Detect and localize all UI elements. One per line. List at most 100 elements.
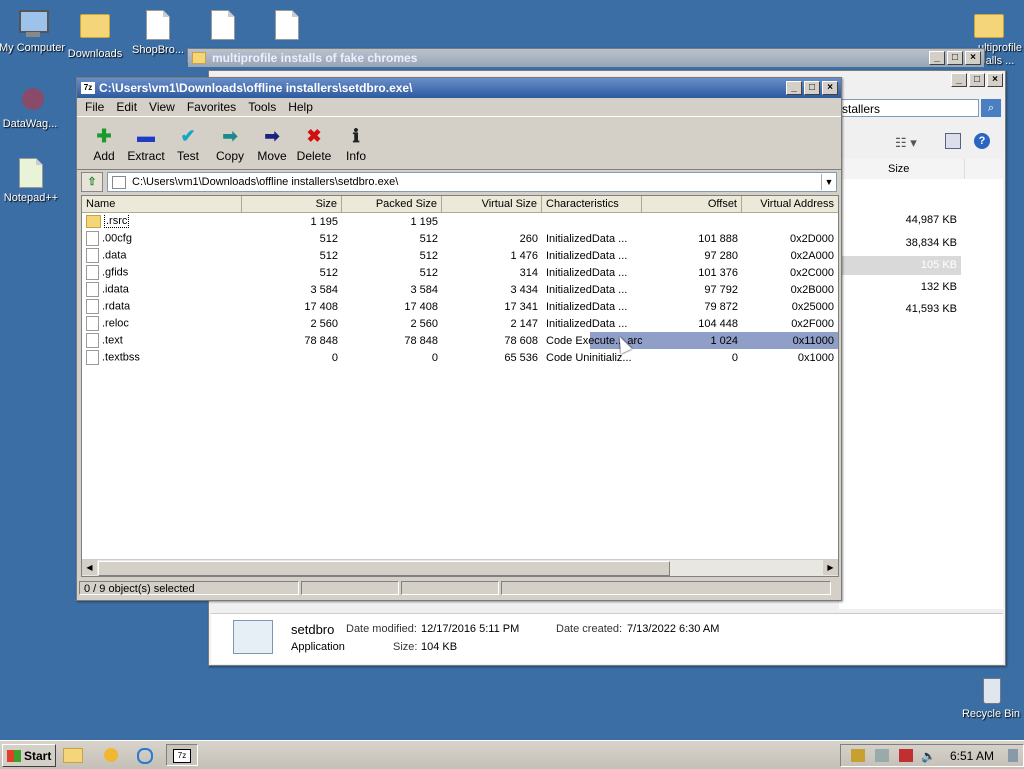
desktop-icon-label: Recycle Bin [961,708,1021,720]
taskbar-explorer-button[interactable] [63,745,87,765]
desktop-icon-my-computer[interactable]: My Computer [0,8,67,55]
7zip-icon: 7z [173,749,191,763]
tool-add-button[interactable]: ✚ Add [83,125,125,169]
cell-name-text: .textbss [102,351,140,364]
desktop-icon-file[interactable] [252,8,322,44]
cell-packed: 1 195 [410,215,438,228]
table-row[interactable]: .rdata 17 408 17 408 17 341 InitializedData … [82,298,838,315]
cell-vaddr: 0x1000 [797,351,834,364]
table-row[interactable]: .data 512 512 1 476 InitializedData ... 97 28… [82,247,838,264]
menu-favorites[interactable]: Favorites [181,100,242,114]
up-folder-button[interactable]: ⇧ [81,172,103,192]
cell-packed: 512 [419,249,438,262]
table-row[interactable]: .textbss 0 0 65 536 Code Uninitializ... 0 0x10… [82,349,838,366]
table-row[interactable]: .00cfg 512 512 260 InitializedData ... 101 88… [82,230,838,247]
table-row[interactable]: .reloc 2 560 2 560 2 147 InitializedData ...… [82,315,838,332]
menu-help[interactable]: Help [282,100,319,114]
cell-offset: 0 [731,351,738,364]
cell-chars: InitializedData ... [546,300,628,313]
maximize-button[interactable]: □ [804,81,820,95]
desktop-icon-recycle-bin[interactable]: Recycle Bin [956,674,1024,721]
address-input[interactable]: C:\Users\vm1\Downloads\offline installer… [107,172,837,192]
tool-move-button[interactable]: ➡ Move [251,125,293,169]
table-row[interactable]: .idata 3 584 3 584 3 434 InitializedData ...… [82,281,838,298]
close-button[interactable]: × [822,81,838,95]
address-dropdown-button[interactable]: ▼ [821,174,836,190]
menu-file[interactable]: File [79,100,110,114]
cell-vaddr: 0x2D000 [789,232,834,245]
minimize-button[interactable]: _ [929,51,945,65]
tool-test-button[interactable]: ✔ Test [167,125,209,169]
taskbar-browser-button[interactable] [137,745,157,765]
column-header-name[interactable]: Name [82,196,242,212]
start-button[interactable]: Start [2,744,56,767]
search-value: stallers [842,102,881,116]
cell-size: 3 584 [310,283,338,296]
file-size-selected[interactable]: 105 KB [839,256,961,275]
column-header-characteristics[interactable]: Characteristics [542,196,642,212]
explorer-window-back[interactable]: multiprofile installs of fake chromes _ … [187,48,985,67]
table-row[interactable]: .gfids 512 512 314 InitializedData ... 101 37… [82,264,838,281]
folder-icon [973,14,1005,46]
minimize-button[interactable]: _ [951,73,967,87]
tray-network-icon[interactable] [875,749,889,762]
column-header-packed-size[interactable]: Packed Size [342,196,442,212]
column-header-virtual-address[interactable]: Virtual Address [742,196,838,212]
tool-delete-button[interactable]: ✖ Delete [293,125,335,169]
column-header-size[interactable]: Size [242,196,342,212]
desktop-icon-datawag[interactable]: DataWag... [0,84,65,131]
horizontal-scrollbar[interactable]: ◀ ▶ [82,559,838,576]
maximize-button[interactable]: □ [969,73,985,87]
search-icon: ⌕ [987,102,995,114]
explorer-back-titlebar[interactable]: multiprofile installs of fake chromes _ … [188,49,984,67]
menu-tools[interactable]: Tools [242,100,282,114]
file-size: 44,987 KB [905,214,957,226]
document-icon [207,10,239,42]
tool-label: Move [257,149,287,163]
details-date-created: 7/13/2022 6:30 AM [627,623,720,635]
column-header-virtual-size[interactable]: Virtual Size [442,196,542,212]
desktop-icon-notepadpp[interactable]: Notepad++ [0,156,66,205]
tray-extra-icon[interactable] [1007,749,1018,762]
cell-size: 78 848 [304,334,338,347]
tool-copy-button[interactable]: ➡ Copy [209,125,251,169]
archive-titlebar[interactable]: 7z C:\Users\vm1\Downloads\offline instal… [77,78,841,98]
table-row[interactable]: .text 78 848 78 848 78 608 Code Execute... a… [82,332,838,349]
tray-app-icon[interactable] [851,749,865,762]
menu-edit[interactable]: Edit [110,100,143,114]
desktop-icon-shopbro[interactable]: ShopBro... [123,8,193,57]
computer-icon [16,8,49,40]
preview-pane-icon[interactable] [945,133,961,149]
cell-name: .text [82,333,242,348]
column-header-offset[interactable]: Offset [642,196,742,212]
view-options-icon[interactable]: ☷ ▾ [895,135,917,151]
help-icon[interactable]: ? [974,133,990,149]
table-row[interactable]: .rsrc 1 195 1 195 [82,213,838,230]
search-input[interactable]: stallers [839,99,979,117]
search-button[interactable]: ⌕ [981,99,1001,117]
scrollbar-thumb[interactable] [98,561,670,576]
minimize-button[interactable]: _ [786,81,802,95]
scroll-right-button[interactable]: ▶ [823,560,838,575]
scroll-left-button[interactable]: ◀ [82,560,97,575]
desktop-icon-downloads[interactable]: Downloads [60,8,130,61]
details-date-modified-label: Date modified: [346,623,417,635]
close-button[interactable]: × [965,51,981,65]
tray-volume-icon[interactable]: 🔈 [921,749,936,763]
file-icon [86,248,99,263]
archive-window[interactable]: 7z C:\Users\vm1\Downloads\offline instal… [76,77,842,601]
cell-packed: 512 [419,266,438,279]
tool-extract-button[interactable]: ▬ Extract [125,125,167,169]
details-date-modified: 12/17/2016 5:11 PM [421,623,520,635]
clock[interactable]: 6:51 AM [950,749,994,763]
maximize-button[interactable]: □ [947,51,963,65]
desktop-icon-file[interactable] [188,8,258,44]
tray-security-icon[interactable] [899,749,913,762]
taskbar-7zip-button[interactable]: 7z [166,744,198,766]
menu-view[interactable]: View [143,100,181,114]
close-button[interactable]: × [987,73,1003,87]
taskbar-app-button[interactable] [104,745,124,765]
cell-offset: 97 792 [704,283,738,296]
tool-info-button[interactable]: ℹ Info [335,125,377,169]
column-header-size[interactable]: Size [839,159,965,179]
